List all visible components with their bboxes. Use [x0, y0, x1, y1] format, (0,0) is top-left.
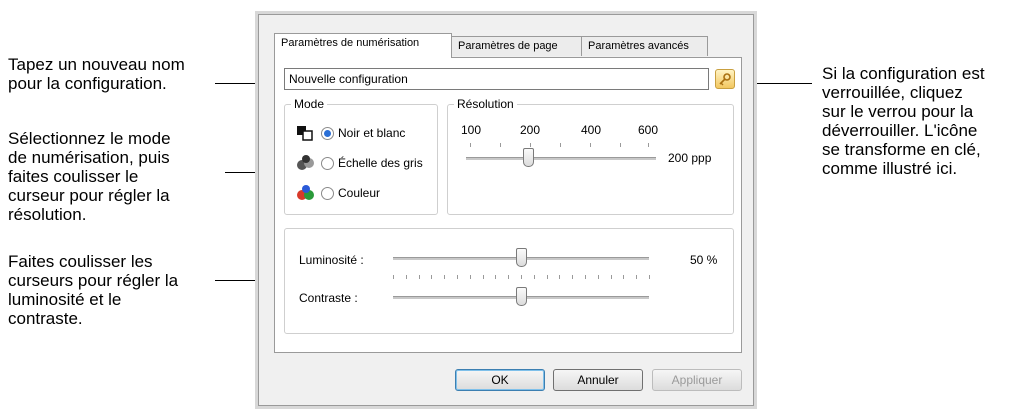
resolution-value: 200 ppp: [668, 151, 712, 165]
key-icon[interactable]: [715, 69, 735, 89]
tab-scan-settings[interactable]: Paramètres de numérisation: [274, 33, 452, 58]
contrast-slider-thumb[interactable]: [515, 287, 527, 306]
slider-tick: [393, 275, 394, 279]
scan-settings-panel: Mode Noir et blanc Échelle des gris: [274, 57, 742, 353]
mode-option-label: Échelle des gris: [338, 156, 423, 170]
slider-tick: [418, 275, 420, 279]
brightness-label: Luminosité :: [299, 253, 364, 267]
slider-tick: [521, 275, 522, 279]
resolution-legend: Résolution: [457, 97, 514, 111]
slider-tick: [597, 275, 599, 279]
slider-tick: [405, 275, 407, 279]
radio-gray[interactable]: [321, 156, 334, 170]
ok-button[interactable]: OK: [455, 369, 545, 391]
callout-lock: Si la configuration est verrouillée, cli…: [822, 64, 985, 178]
config-name-input[interactable]: [284, 68, 709, 90]
slider-tick: [431, 275, 433, 279]
mode-legend: Mode: [294, 97, 325, 111]
slider-tick: [623, 275, 625, 279]
cancel-button[interactable]: Annuler: [553, 369, 643, 391]
slider-tick: [546, 275, 548, 279]
callout-mode-resolution: Sélectionnez le mode de numérisation, pu…: [8, 129, 171, 224]
slider-tick: [636, 275, 638, 279]
grayscale-mode-icon: [297, 155, 314, 170]
slider-tick: [444, 275, 446, 279]
brightness-value: 50 %: [690, 253, 718, 267]
resolution-tick-200: 200: [520, 123, 541, 137]
mode-option-bw[interactable]: Noir et blanc: [295, 123, 405, 143]
brightness-contrast-group: Luminosité : 50 % Contraste :: [284, 228, 734, 334]
slider-tick: [495, 275, 497, 279]
mode-option-gray[interactable]: Échelle des gris: [295, 153, 423, 173]
radio-bw[interactable]: [321, 126, 334, 140]
callout-config-name: Tapez un nouveau nom pour la configurati…: [8, 55, 185, 93]
slider-tick: [585, 275, 586, 279]
slider-tick: [533, 275, 535, 279]
resolution-group: Résolution 100 200 400 600 200 ppp: [447, 97, 734, 215]
mode-option-label: Noir et blanc: [338, 126, 406, 140]
tab-advanced-settings[interactable]: Paramètres avancés: [581, 36, 708, 56]
slider-tick: [469, 275, 471, 279]
slider-tick: [572, 275, 574, 279]
contrast-label: Contraste :: [299, 291, 358, 305]
mode-option-color[interactable]: Couleur: [295, 183, 380, 203]
slider-tick: [559, 275, 561, 279]
scan-settings-dialog: Paramètres de numérisation Paramètres de…: [258, 14, 754, 406]
brightness-slider-thumb[interactable]: [515, 248, 527, 267]
mode-group: Mode Noir et blanc Échelle des gris Coul…: [284, 97, 438, 215]
mode-option-label: Couleur: [338, 186, 381, 200]
apply-button[interactable]: Appliquer: [652, 369, 742, 391]
color-mode-icon: [297, 185, 314, 200]
resolution-slider-thumb[interactable]: [523, 148, 535, 167]
radio-color[interactable]: [321, 186, 334, 200]
resolution-slider-track[interactable]: [466, 157, 656, 160]
resolution-tick-400: 400: [581, 123, 602, 137]
slider-tick: [508, 275, 510, 279]
resolution-tick-600: 600: [638, 123, 659, 137]
slider-tick: [457, 275, 458, 279]
slider-tick: [482, 275, 484, 279]
tab-page-settings[interactable]: Paramètres de page: [451, 36, 582, 56]
bw-mode-icon: [297, 126, 313, 141]
slider-tick: [649, 275, 650, 279]
slider-tick: [610, 275, 612, 279]
resolution-tick-100: 100: [461, 123, 482, 137]
callout-brightness-contrast: Faites coulisser les curseurs pour régle…: [8, 252, 179, 328]
